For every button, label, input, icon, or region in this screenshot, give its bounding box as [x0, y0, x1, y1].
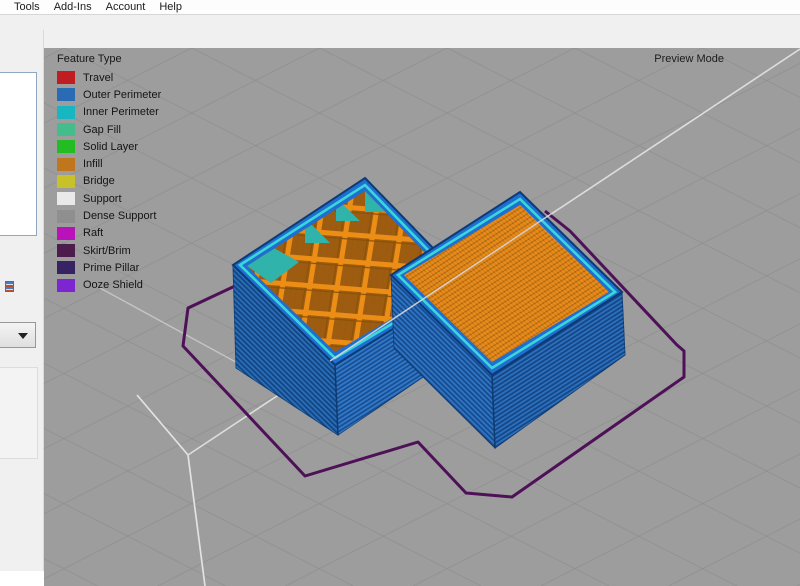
prime-pillar-color-swatch [57, 261, 75, 274]
preview-3d-viewport[interactable]: Feature Type Travel Outer Perimeter Inne… [44, 48, 800, 586]
ooze-shield-color-swatch [57, 279, 75, 292]
model-list[interactable] [0, 72, 37, 236]
legend-row-dense-support: Dense Support [57, 207, 161, 224]
legend-label: Support [83, 193, 122, 205]
process-color-icon [5, 281, 14, 292]
sidebar-panel [0, 367, 38, 459]
chevron-down-icon [18, 333, 28, 339]
legend-row-ooze-shield: Ooze Shield [57, 277, 161, 294]
legend-row-support: Support [57, 190, 161, 207]
legend-label: Skirt/Brim [83, 245, 131, 257]
legend-row-prime-pillar: Prime Pillar [57, 259, 161, 276]
inner-perimeter-color-swatch [57, 106, 75, 119]
legend-row-infill: Infill [57, 155, 161, 172]
dense-support-color-swatch [57, 210, 75, 223]
legend-label: Infill [83, 158, 103, 170]
legend-title: Feature Type [57, 53, 161, 65]
skirt-brim-color-swatch [57, 244, 75, 257]
menu-add-ins[interactable]: Add-Ins [54, 0, 92, 14]
legend-row-raft: Raft [57, 225, 161, 242]
legend-row-travel: Travel [57, 69, 161, 86]
legend-label: Raft [83, 227, 103, 239]
menu-tools[interactable]: Tools [14, 0, 40, 14]
gap-fill-color-swatch [57, 123, 75, 136]
legend-row-gap-fill: Gap Fill [57, 121, 161, 138]
menu-bar: Tools Add-Ins Account Help [0, 0, 800, 15]
support-color-swatch [57, 192, 75, 205]
legend-label: Travel [83, 72, 113, 84]
legend-label: Inner Perimeter [83, 106, 159, 118]
legend-row-bridge: Bridge [57, 173, 161, 190]
menu-account[interactable]: Account [106, 0, 146, 14]
legend-row-inner-perimeter: Inner Perimeter [57, 104, 161, 121]
preview-mode-label: Preview Mode [654, 53, 724, 65]
solid-layer-color-swatch [57, 140, 75, 153]
travel-color-swatch [57, 71, 75, 84]
raft-color-swatch [57, 227, 75, 240]
feature-type-legend: Feature Type Travel Outer Perimeter Inne… [57, 53, 161, 294]
legend-row-solid-layer: Solid Layer [57, 138, 161, 155]
menu-help[interactable]: Help [159, 0, 182, 14]
infill-color-swatch [57, 158, 75, 171]
window-chrome: Feature Type Travel Outer Perimeter Inne… [0, 15, 800, 571]
legend-label: Bridge [83, 175, 115, 187]
application-window: { "menu": { "items": [ { "label": "Tools… [0, 0, 800, 571]
legend-label: Dense Support [83, 210, 156, 222]
legend-label: Outer Perimeter [83, 89, 161, 101]
outer-perimeter-color-swatch [57, 88, 75, 101]
legend-row-skirt-brim: Skirt/Brim [57, 242, 161, 259]
legend-row-outer-perimeter: Outer Perimeter [57, 86, 161, 103]
legend-label: Ooze Shield [83, 279, 143, 291]
left-sidebar [0, 30, 44, 571]
bridge-color-swatch [57, 175, 75, 188]
legend-label: Solid Layer [83, 141, 138, 153]
process-dropdown[interactable] [0, 322, 36, 348]
legend-label: Gap Fill [83, 124, 121, 136]
legend-label: Prime Pillar [83, 262, 139, 274]
